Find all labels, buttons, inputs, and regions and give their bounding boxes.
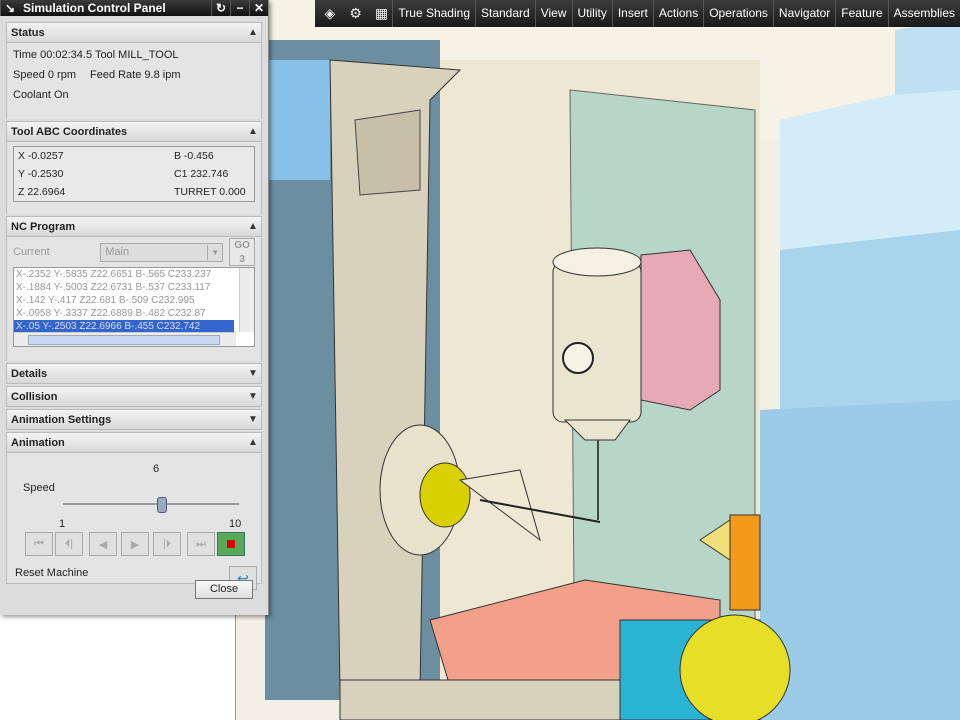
section-animation-header[interactable]: Animation ▲ bbox=[6, 432, 262, 453]
scroll-thumb[interactable] bbox=[28, 335, 220, 345]
play-reverse-button[interactable]: ◀ bbox=[89, 532, 117, 556]
section-animation-settings-header[interactable]: Animation Settings ▼ bbox=[6, 409, 262, 430]
gear-icon[interactable]: ⚙ bbox=[345, 3, 367, 25]
go-label: GO bbox=[234, 240, 250, 251]
step-forward-button[interactable]: |⏵ bbox=[153, 532, 181, 556]
section-coordinates-header[interactable]: Tool ABC Coordinates ▲ bbox=[6, 121, 262, 142]
chevron-down-icon: ▼ bbox=[248, 391, 258, 402]
status-speed: Speed 0 rpm bbox=[13, 69, 76, 81]
rewind-to-start-button[interactable]: ⏮ bbox=[25, 532, 53, 556]
speed-max: 10 bbox=[229, 518, 242, 530]
chevron-down-icon: ▼ bbox=[248, 368, 258, 379]
list-item[interactable]: X-.0958 Y-.3337 Z22.6889 B-.482 C232.87 bbox=[14, 307, 234, 320]
section-details-header[interactable]: Details ▼ bbox=[6, 363, 262, 384]
menu-operations[interactable]: Operations bbox=[703, 0, 773, 27]
speed-min: 1 bbox=[59, 518, 66, 530]
coord-y: Y -0.2530 bbox=[18, 168, 64, 180]
nc-line-list[interactable]: X-.2352 Y-.5835 Z22.6651 B-.565 C233.237… bbox=[13, 267, 255, 347]
section-status-header[interactable]: Status ▲ bbox=[6, 22, 262, 43]
menu-view[interactable]: View bbox=[534, 0, 572, 27]
coord-b: B -0.456 bbox=[174, 150, 214, 162]
section-status-label: Status bbox=[11, 26, 45, 39]
status-coolant: Coolant On bbox=[13, 89, 69, 101]
coord-z: Z 22.6964 bbox=[18, 186, 66, 198]
coordinates-body: X -0.0257 B -0.456 Y -0.2530 C1 232.746 … bbox=[6, 142, 262, 214]
chevron-down-icon: ▼ bbox=[207, 244, 222, 260]
section-collision-label: Collision bbox=[11, 390, 58, 403]
panel-title: Simulation Control Panel bbox=[23, 1, 166, 15]
background-list-area bbox=[0, 615, 236, 720]
speed-value: 6 bbox=[153, 463, 160, 475]
list-item[interactable]: X-.1884 Y-.5003 Z22.6731 B-.537 C233.117 bbox=[14, 281, 234, 294]
menu-true-shading[interactable]: True Shading bbox=[392, 0, 475, 27]
section-coordinates-label: Tool ABC Coordinates bbox=[11, 125, 128, 138]
status-time-tool: Time 00:02:34.5 Tool MILL_TOOL bbox=[13, 49, 179, 61]
coord-c1: C1 232.746 bbox=[174, 168, 229, 180]
close-icon[interactable]: ✕ bbox=[249, 0, 268, 16]
speed-label: Speed bbox=[23, 482, 55, 494]
status-body: Time 00:02:34.5 Tool MILL_TOOL Speed 0 r… bbox=[6, 43, 262, 119]
list-item[interactable]: X-.2352 Y-.5835 Z22.6651 B-.565 C233.237 bbox=[14, 268, 234, 281]
menu-insert[interactable]: Insert bbox=[611, 0, 653, 27]
chevron-down-icon: ▼ bbox=[248, 414, 258, 425]
play-button[interactable]: ▶ bbox=[121, 532, 149, 556]
coord-x: X -0.0257 bbox=[18, 150, 64, 162]
section-details-label: Details bbox=[11, 367, 48, 380]
menu-standard[interactable]: Standard bbox=[475, 0, 535, 27]
chevron-up-icon: ▲ bbox=[248, 437, 258, 448]
nc-program-body: Current Main ▼ GO 3 X-.2352 Y-.5835 Z22.6… bbox=[6, 237, 262, 361]
section-animation-label: Animation bbox=[11, 436, 65, 449]
fast-forward-button[interactable]: ⏭ bbox=[187, 532, 215, 556]
stop-button[interactable] bbox=[217, 532, 245, 556]
top-toolbar: ◈ ⚙ ▦ True Shading Standard View Utility… bbox=[315, 0, 960, 27]
speed-slider-thumb[interactable] bbox=[156, 497, 167, 513]
shading-icon[interactable]: ◈ bbox=[319, 3, 341, 25]
section-nc-program-label: NC Program bbox=[11, 220, 76, 233]
coord-turret: TURRET 0.000 bbox=[174, 186, 246, 198]
stop-icon bbox=[227, 540, 235, 548]
minimize-icon[interactable]: − bbox=[230, 0, 249, 16]
simulation-control-panel: ↘ Simulation Control Panel ↻ − ✕ Status … bbox=[0, 0, 269, 615]
reset-machine-label: Reset Machine bbox=[15, 567, 89, 579]
reset-dialog-icon[interactable]: ↻ bbox=[211, 0, 230, 16]
menu-assemblies[interactable]: Assemblies bbox=[887, 0, 960, 27]
section-animation-settings-label: Animation Settings bbox=[11, 413, 112, 426]
horizontal-scrollbar[interactable] bbox=[14, 332, 236, 346]
panel-title-bar[interactable]: ↘ Simulation Control Panel ↻ − ✕ bbox=[0, 0, 268, 16]
section-collision-header[interactable]: Collision ▼ bbox=[6, 386, 262, 407]
chevron-up-icon: ▲ bbox=[248, 27, 258, 38]
step-back-button[interactable]: ⏴| bbox=[55, 532, 83, 556]
vertical-scrollbar[interactable] bbox=[239, 268, 254, 332]
go-button[interactable]: GO 3 bbox=[229, 238, 255, 266]
status-feed-rate: Feed Rate 9.8 ipm bbox=[89, 69, 181, 81]
grid-icon[interactable]: ▦ bbox=[371, 3, 393, 25]
panel-menu-icon[interactable]: ↘ bbox=[0, 0, 19, 16]
section-nc-program-header[interactable]: NC Program ▲ bbox=[6, 216, 262, 237]
menu-feature[interactable]: Feature bbox=[835, 0, 887, 27]
chevron-up-icon: ▲ bbox=[248, 221, 258, 232]
current-program-value: Main bbox=[105, 246, 130, 258]
animation-body: 6 Speed 1 10 ⏮ ⏴| ◀ ▶ |⏵ ⏭ Reset Machine… bbox=[6, 453, 262, 590]
speed-slider[interactable] bbox=[63, 503, 239, 505]
menu-navigator[interactable]: Navigator bbox=[772, 0, 835, 27]
current-label: Current bbox=[13, 246, 50, 258]
list-item[interactable]: X-.142 Y-.417 Z22.681 B-.509 C232.995 bbox=[14, 294, 234, 307]
coordinates-box: X -0.0257 B -0.456 Y -0.2530 C1 232.746 … bbox=[13, 146, 255, 202]
menu-actions[interactable]: Actions bbox=[652, 0, 703, 27]
menu-utility[interactable]: Utility bbox=[571, 0, 612, 27]
close-button[interactable]: Close bbox=[195, 580, 253, 599]
current-program-select[interactable]: Main ▼ bbox=[100, 242, 224, 262]
chevron-up-icon: ▲ bbox=[248, 126, 258, 137]
